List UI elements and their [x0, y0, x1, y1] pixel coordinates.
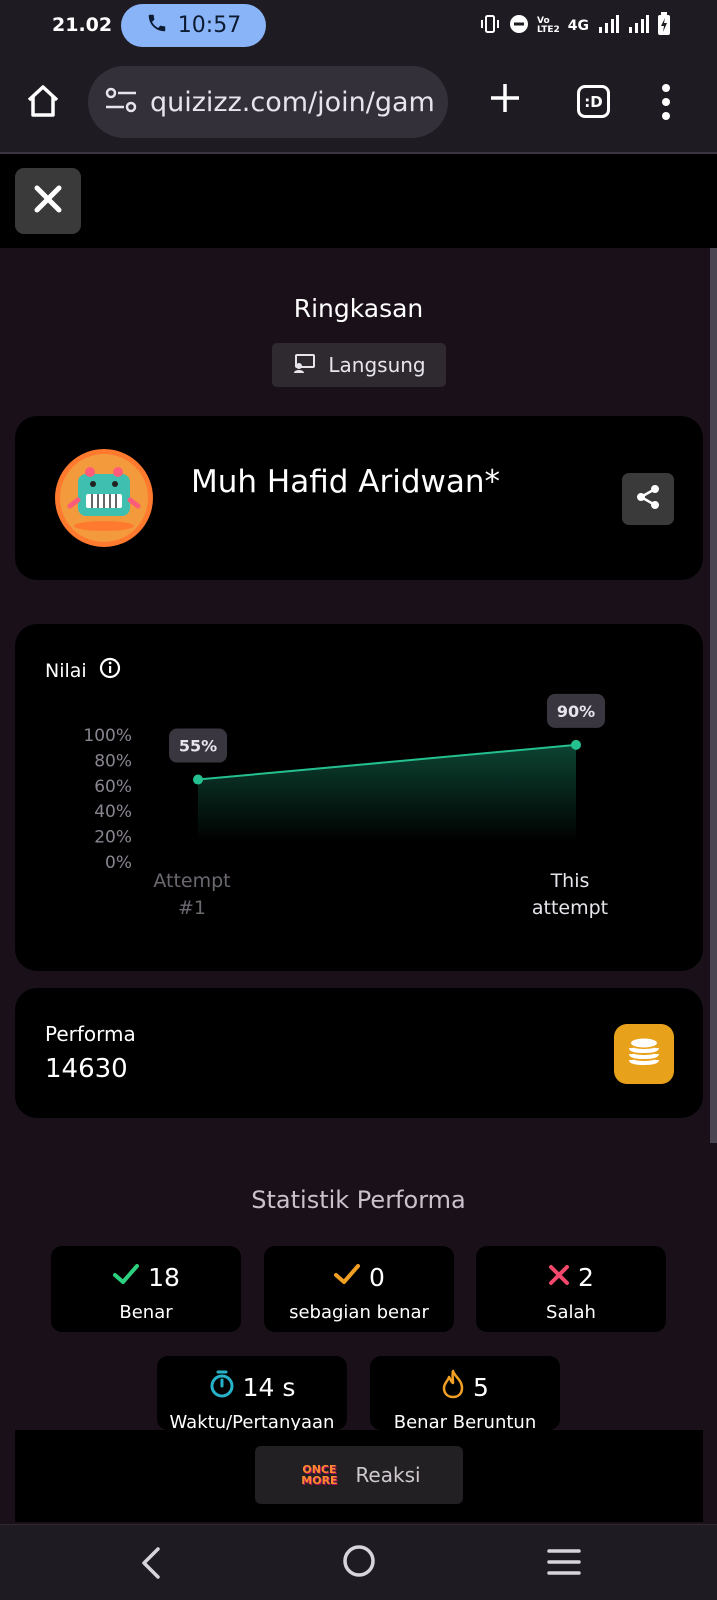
stat-correct: 18 Benar: [51, 1246, 241, 1332]
flame-icon: [441, 1369, 465, 1405]
y-tick-label: 100%: [83, 726, 132, 746]
signal-icon-2: [627, 15, 649, 37]
chart-area: [198, 744, 576, 842]
battery-charging-icon: [657, 12, 671, 40]
status-bar: 21.02 10:57 Vo LTE2 4G: [0, 0, 717, 52]
data-point: [571, 739, 581, 750]
page-scrollbar[interactable]: [710, 248, 717, 1143]
stat-value: 5: [473, 1372, 489, 1402]
home-nav-icon[interactable]: [341, 1543, 377, 1583]
cross-icon: [548, 1263, 570, 1292]
system-nav-bar: [0, 1524, 717, 1600]
stat-value: 14 s: [242, 1372, 296, 1402]
phone-icon: [146, 12, 168, 40]
mode-badge: Langsung: [272, 343, 446, 387]
reactions-bar: ONCE MORE Reaksi: [15, 1430, 703, 1522]
close-icon: [33, 184, 63, 218]
y-tick-label: 0%: [105, 853, 132, 873]
stat-value: 2: [578, 1262, 594, 1292]
y-tick-label: 60%: [94, 777, 132, 797]
stat-value: 18: [148, 1262, 180, 1292]
stat-value: 0: [369, 1262, 385, 1292]
once-more-logo: ONCE MORE: [301, 1463, 338, 1487]
call-duration: 10:57: [177, 13, 242, 38]
stat-label: Benar: [119, 1302, 173, 1323]
stat-label: Waktu/Pertanyaan: [169, 1412, 335, 1430]
dnd-icon: [509, 14, 529, 38]
stat-label: Salah: [546, 1302, 596, 1323]
performance-value: 14630: [45, 1054, 128, 1084]
live-mode-icon: [292, 353, 316, 378]
avatar: [55, 449, 153, 547]
more-menu-icon[interactable]: [660, 82, 672, 122]
performance-card: Performa 14630: [15, 988, 703, 1118]
url-text[interactable]: quizizz.com/join/gam: [150, 87, 435, 118]
stat-time-per-question: 14 s Waktu/Pertanyaan: [157, 1356, 347, 1430]
stats-title: Statistik Performa: [251, 1186, 466, 1214]
value-label: 55%: [179, 737, 217, 756]
stat-incorrect: 2 Salah: [476, 1246, 666, 1332]
volte-icon: Vo LTE2: [536, 16, 560, 35]
score-chart: 100% 80% 60% 40% 20% 0% 55% 90% Attempt #1 This att…: [83, 693, 608, 919]
coins-button[interactable]: [614, 1024, 674, 1084]
mode-label: Langsung: [328, 353, 426, 377]
reactions-label: Reaksi: [355, 1463, 421, 1487]
quiz-header: [0, 154, 717, 248]
score-card: Nilai 100% 80% 60% 40% 20% 0% 55% 90% Attempt #1 T…: [15, 624, 703, 971]
close-button[interactable]: [15, 168, 81, 234]
reactions-button[interactable]: ONCE MORE Reaksi: [255, 1446, 463, 1504]
address-bar[interactable]: quizizz.com/join/gam: [88, 66, 448, 138]
browser-toolbar: quizizz.com/join/gam :D: [0, 52, 717, 154]
player-name: Muh Hafid Aridwan*: [191, 464, 501, 500]
status-icons: Vo LTE2 4G: [479, 12, 671, 40]
stat-partially-correct: 0 sebagian benar: [264, 1246, 454, 1332]
share-icon: [635, 484, 661, 514]
vibrate-icon: [479, 14, 501, 38]
ongoing-call-chip[interactable]: 10:57: [121, 4, 266, 47]
coins-icon: [627, 1037, 661, 1071]
stat-label: sebagian benar: [289, 1302, 429, 1323]
performance-label: Performa: [45, 1022, 136, 1046]
y-tick-label: 40%: [94, 802, 132, 822]
stopwatch-icon: [209, 1369, 235, 1405]
y-tick-label: 20%: [94, 828, 132, 848]
tab-switcher-button[interactable]: :D: [577, 85, 610, 118]
value-label: 90%: [557, 702, 595, 721]
recents-icon[interactable]: [546, 1547, 582, 1581]
stat-label: Benar Beruntun: [393, 1412, 537, 1430]
check-icon: [333, 1262, 361, 1292]
home-icon[interactable]: [24, 82, 62, 120]
stat-streak: 5 Benar Beruntun: [370, 1356, 560, 1430]
network-type: 4G: [567, 18, 589, 34]
x-tick-label: Attempt #1: [153, 870, 230, 919]
back-icon[interactable]: [138, 1545, 162, 1585]
y-tick-label: 80%: [94, 751, 132, 771]
site-settings-icon[interactable]: [104, 85, 138, 119]
share-button[interactable]: [622, 473, 674, 525]
status-time: 21.02: [52, 14, 113, 36]
new-tab-icon[interactable]: [487, 80, 523, 116]
signal-icon-1: [597, 15, 619, 37]
page-title: Ringkasan: [293, 294, 424, 323]
data-point: [193, 774, 203, 785]
x-tick-label: This attempt: [532, 870, 608, 919]
check-icon: [112, 1262, 140, 1292]
player-card: Muh Hafid Aridwan*: [15, 416, 703, 580]
